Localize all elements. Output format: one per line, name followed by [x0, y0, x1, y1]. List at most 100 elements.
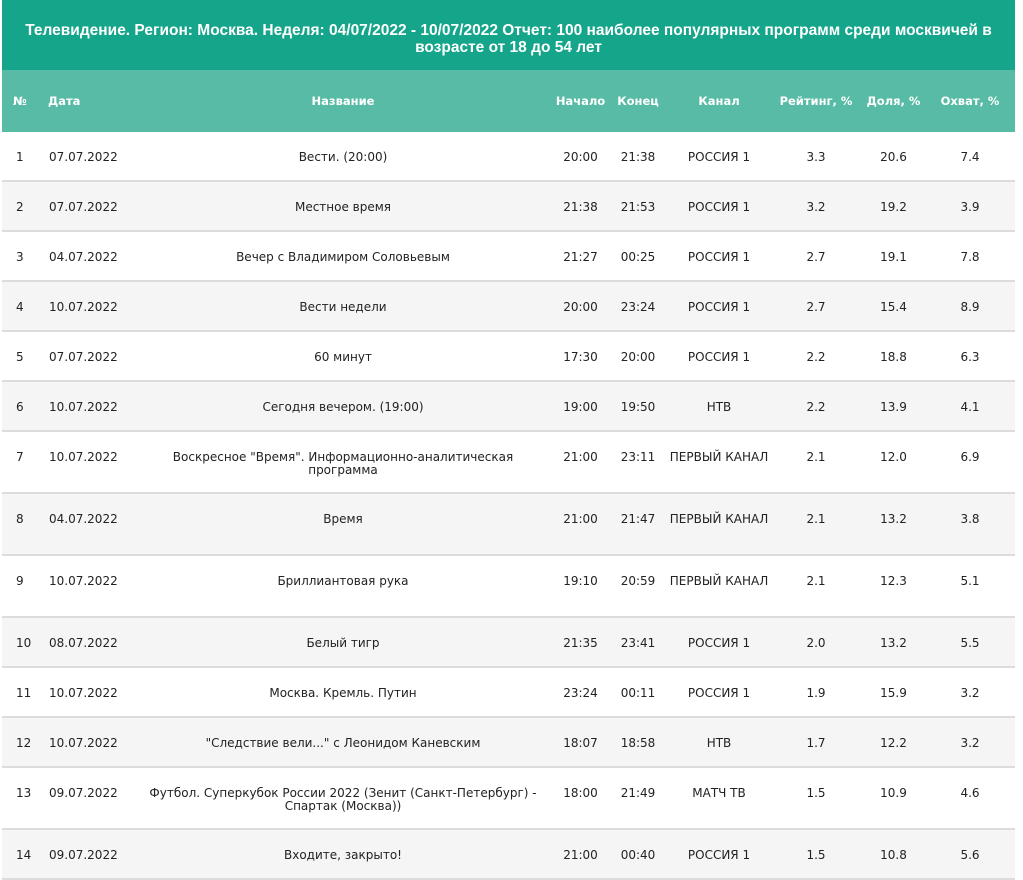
- row-channel: НТВ: [706, 400, 732, 414]
- row-channel: ПЕРВЫЙ КАНАЛ: [669, 512, 769, 526]
- row-end: 19:50: [620, 400, 656, 414]
- row-reach: 5.1: [960, 574, 980, 588]
- row-share: 20.6: [880, 150, 907, 164]
- row-date: 04.07.2022: [49, 250, 118, 264]
- row-rating: 3.3: [806, 150, 826, 164]
- row-date: 10.07.2022: [49, 686, 118, 700]
- table-row: 4 10.07.2022 Вести недели 20:00 23:24 РОССИЯ …: [2, 282, 1015, 332]
- row-share: 19.1: [880, 250, 907, 264]
- row-end: 21:38: [620, 150, 656, 164]
- row-start: 19:00: [563, 400, 598, 414]
- row-rating: 2.7: [806, 300, 826, 314]
- header-num[interactable]: №: [2, 95, 36, 107]
- header-end[interactable]: Конец: [608, 95, 668, 107]
- table-row: 11 10.07.2022 Москва. Кремль. Путин 23:24 00…: [2, 668, 1015, 718]
- header-reach[interactable]: Охват, %: [925, 95, 1015, 107]
- row-date: 10.07.2022: [49, 400, 118, 414]
- row-rating: 2.1: [806, 574, 826, 588]
- table-row: 1 07.07.2022 Вести. (20:00) 20:00 21:38 РОССИ…: [2, 132, 1015, 182]
- row-channel: ПЕРВЫЙ КАНАЛ: [669, 450, 769, 464]
- row-start: 21:00: [563, 848, 598, 862]
- row-channel: ПЕРВЫЙ КАНАЛ: [669, 574, 769, 588]
- row-reach: 3.2: [960, 736, 980, 750]
- row-end: 18:58: [620, 736, 656, 750]
- row-num: 10: [16, 636, 32, 650]
- row-num: 6: [16, 400, 24, 414]
- row-rating: 1.7: [806, 736, 826, 750]
- row-num: 8: [16, 512, 24, 526]
- row-date: 09.07.2022: [49, 848, 118, 862]
- table-row: 3 04.07.2022 Вечер с Владимиром Соловьевым…: [2, 232, 1015, 282]
- row-date: 10.07.2022: [49, 300, 118, 314]
- row-start: 23:24: [563, 686, 598, 700]
- header-name[interactable]: Название: [133, 95, 553, 107]
- row-share: 13.9: [880, 400, 907, 414]
- table-row: 13 09.07.2022 Футбол. Суперкубок России 20…: [2, 768, 1015, 830]
- header-channel[interactable]: Канал: [668, 95, 770, 107]
- row-name: Москва. Кремль. Путин: [269, 686, 417, 700]
- header-rating[interactable]: Рейтинг, %: [770, 95, 862, 107]
- row-start: 21:00: [563, 450, 598, 464]
- row-start: 21:38: [563, 200, 598, 214]
- row-reach: 7.8: [960, 250, 980, 264]
- row-name: Вести недели: [299, 300, 387, 314]
- row-date: 09.07.2022: [49, 786, 118, 800]
- header-start[interactable]: Начало: [553, 95, 608, 107]
- row-date: 08.07.2022: [49, 636, 118, 650]
- row-reach: 6.9: [960, 450, 980, 464]
- row-name: Вечер с Владимиром Соловьевым: [236, 250, 450, 264]
- report-table: Телевидение. Регион: Москва. Неделя: 04/…: [2, 0, 1015, 880]
- row-reach: 4.6: [960, 786, 980, 800]
- row-rating: 1.5: [806, 786, 826, 800]
- row-reach: 7.4: [960, 150, 980, 164]
- row-date: 10.07.2022: [49, 736, 118, 750]
- row-share: 12.3: [880, 574, 907, 588]
- row-name: Белый тигр: [306, 636, 380, 650]
- row-num: 12: [16, 736, 32, 750]
- row-channel: РОССИЯ 1: [687, 686, 751, 700]
- table-row: 10 08.07.2022 Белый тигр 21:35 23:41 РОССИЯ 1…: [2, 618, 1015, 668]
- table-row: 7 10.07.2022 Воскресное "Время". Информаци…: [2, 432, 1015, 494]
- row-end: 00:25: [620, 250, 656, 264]
- row-name: Вести. (20:00): [298, 150, 388, 164]
- row-share: 13.2: [880, 636, 907, 650]
- row-channel: МАТЧ ТВ: [692, 786, 746, 800]
- table-row: 9 10.07.2022 Бриллиантовая рука 19:10 20:59 П…: [2, 556, 1015, 618]
- row-num: 9: [16, 574, 24, 588]
- table-row: 8 04.07.2022 Время 21:00 21:47 ПЕРВЫЙ КАНАЛ 2.…: [2, 494, 1015, 556]
- header-date[interactable]: Дата: [36, 95, 133, 107]
- row-end: 21:53: [620, 200, 656, 214]
- row-share: 15.9: [880, 686, 907, 700]
- row-rating: 2.2: [806, 400, 826, 414]
- row-share: 18.8: [880, 350, 907, 364]
- row-name: 60 минут: [314, 350, 372, 364]
- row-channel: РОССИЯ 1: [687, 636, 751, 650]
- row-num: 3: [16, 250, 24, 264]
- row-end: 23:11: [620, 450, 656, 464]
- row-end: 20:00: [620, 350, 656, 364]
- table-row: 14 09.07.2022 Входите, закрыто! 21:00 00:40 Р…: [2, 830, 1015, 880]
- row-share: 19.2: [880, 200, 907, 214]
- row-end: 21:47: [620, 512, 656, 526]
- row-rating: 3.2: [806, 200, 826, 214]
- row-start: 21:00: [563, 512, 598, 526]
- row-channel: РОССИЯ 1: [687, 200, 751, 214]
- row-channel: НТВ: [706, 736, 732, 750]
- row-channel: РОССИЯ 1: [687, 848, 751, 862]
- row-name: Сегодня вечером. (19:00): [262, 400, 424, 414]
- row-share: 13.2: [880, 512, 907, 526]
- row-num: 4: [16, 300, 24, 314]
- row-name: "Следствие вели..." с Леонидом Каневским: [205, 736, 481, 750]
- row-num: 11: [16, 686, 32, 700]
- row-start: 17:30: [563, 350, 598, 364]
- row-channel: РОССИЯ 1: [687, 150, 751, 164]
- row-share: 10.9: [880, 786, 907, 800]
- row-share: 15.4: [880, 300, 907, 314]
- row-channel: РОССИЯ 1: [687, 250, 751, 264]
- row-num: 2: [16, 200, 24, 214]
- row-num: 14: [16, 848, 32, 862]
- row-reach: 3.8: [960, 512, 980, 526]
- row-reach: 3.9: [960, 200, 980, 214]
- row-end: 20:59: [620, 574, 656, 588]
- header-share[interactable]: Доля, %: [862, 95, 925, 107]
